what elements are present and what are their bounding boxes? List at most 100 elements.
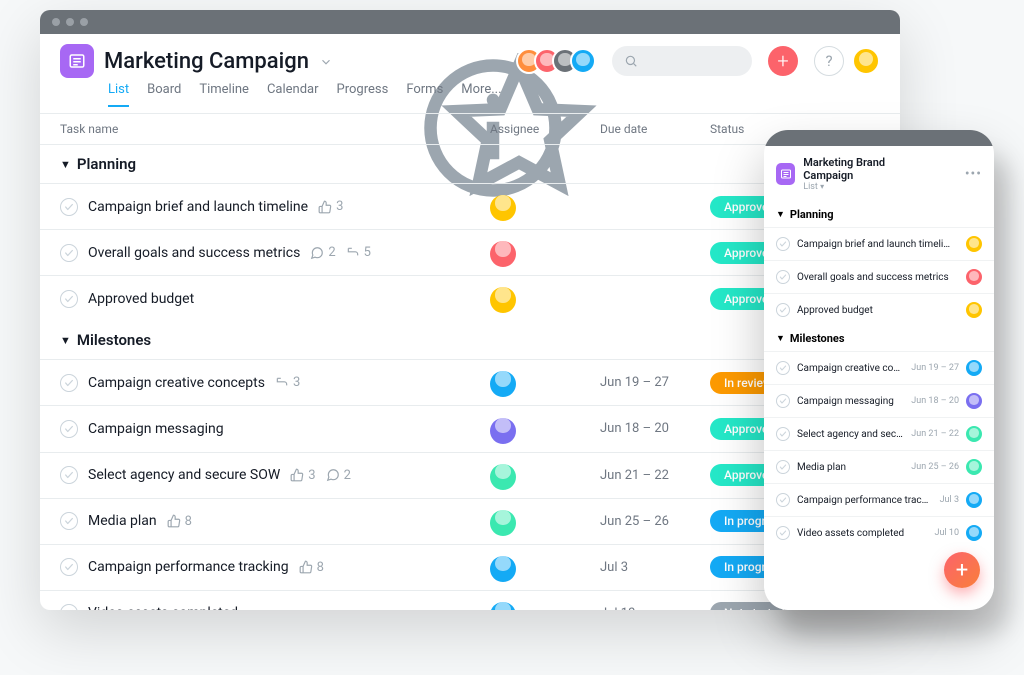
- due-date[interactable]: Jun 19 – 27: [600, 375, 710, 390]
- assignee-avatar[interactable]: [966, 525, 982, 541]
- mobile-task-row[interactable]: Overall goals and success metrics: [764, 260, 994, 293]
- due-date[interactable]: Jun 18 – 20: [600, 421, 710, 436]
- complete-check-icon[interactable]: [60, 604, 78, 610]
- me-avatar[interactable]: [852, 47, 880, 75]
- sliders-icon[interactable]: [937, 166, 953, 182]
- assignee-avatar[interactable]: [490, 195, 516, 221]
- mobile-add-button[interactable]: +: [944, 552, 980, 588]
- assignee-avatar[interactable]: [966, 236, 982, 252]
- project-title[interactable]: Marketing Campaign: [104, 49, 309, 74]
- complete-check-icon[interactable]: [60, 558, 78, 576]
- mobile-preview: Marketing Brand Campaign List ▾ ••• ▼ Pl…: [764, 130, 994, 610]
- task-name: Select agency and secure SOW: [88, 467, 280, 483]
- task-name: Campaign creative concepts: [88, 375, 265, 391]
- like-meta: 3: [318, 199, 343, 214]
- chevron-down-icon[interactable]: [319, 54, 333, 68]
- complete-check-icon[interactable]: [776, 526, 790, 540]
- due-date[interactable]: Jul 10: [600, 606, 710, 610]
- caret-down-icon: ▼: [776, 333, 785, 344]
- search-input[interactable]: [612, 46, 752, 76]
- due-date: Jun 21 – 22: [911, 429, 959, 439]
- mobile-section-header[interactable]: ▼ Planning: [764, 202, 994, 227]
- due-date[interactable]: Jun 25 – 26: [600, 514, 710, 529]
- complete-check-icon[interactable]: [60, 420, 78, 438]
- due-date[interactable]: Jul 3: [600, 560, 710, 575]
- complete-check-icon[interactable]: [60, 244, 78, 262]
- complete-check-icon[interactable]: [776, 237, 790, 251]
- assignee-avatar[interactable]: [490, 287, 516, 313]
- add-button[interactable]: +: [768, 46, 798, 76]
- assignee-avatar[interactable]: [490, 371, 516, 397]
- collaborator-avatar[interactable]: [570, 48, 596, 74]
- star-icon[interactable]: [369, 53, 385, 69]
- due-date: Jul 10: [935, 528, 959, 538]
- tab-board[interactable]: Board: [147, 82, 181, 107]
- complete-check-icon[interactable]: [60, 466, 78, 484]
- task-name: Campaign creative concepts: [797, 363, 904, 374]
- assignee-avatar[interactable]: [966, 302, 982, 318]
- phone-statusbar: [764, 130, 994, 146]
- chevron-down-icon[interactable]: ▾: [820, 182, 824, 191]
- assignee-avatar[interactable]: [966, 492, 982, 508]
- mobile-task-row[interactable]: Media plan Jun 25 – 26: [764, 450, 994, 483]
- mobile-header: Marketing Brand Campaign List ▾ •••: [764, 146, 994, 202]
- project-icon[interactable]: [776, 163, 795, 185]
- complete-check-icon[interactable]: [776, 427, 790, 441]
- mobile-view-label[interactable]: List: [803, 182, 818, 192]
- complete-check-icon[interactable]: [60, 290, 78, 308]
- complete-check-icon[interactable]: [60, 198, 78, 216]
- due-date[interactable]: Jun 21 – 22: [600, 468, 710, 483]
- complete-check-icon[interactable]: [776, 303, 790, 317]
- tab-list[interactable]: List: [108, 82, 129, 107]
- assignee-avatar[interactable]: [490, 602, 516, 610]
- mobile-task-row[interactable]: Video assets completed Jul 10: [764, 516, 994, 549]
- tab-timeline[interactable]: Timeline: [199, 82, 249, 107]
- mobile-task-row[interactable]: Approved budget: [764, 293, 994, 326]
- tab-forms[interactable]: Forms: [406, 82, 443, 107]
- mobile-task-row[interactable]: Campaign performance tracking Jul 3: [764, 483, 994, 516]
- task-name: Campaign performance tracking: [797, 495, 933, 506]
- assignee-avatar[interactable]: [966, 459, 982, 475]
- collaborator-avatars[interactable]: [516, 48, 596, 74]
- assignee-avatar[interactable]: [966, 360, 982, 376]
- help-button[interactable]: ?: [814, 46, 844, 76]
- complete-check-icon[interactable]: [776, 460, 790, 474]
- mobile-task-row[interactable]: Campaign messaging Jun 18 – 20: [764, 384, 994, 417]
- due-date: Jul 3: [940, 495, 959, 505]
- task-name: Campaign performance tracking: [88, 559, 289, 575]
- more-icon[interactable]: •••: [965, 166, 982, 182]
- mobile-task-row[interactable]: Campaign creative concepts Jun 19 – 27: [764, 351, 994, 384]
- section-name: Milestones: [77, 331, 151, 349]
- complete-check-icon[interactable]: [776, 361, 790, 375]
- task-name: Media plan: [88, 513, 157, 529]
- section-name: Planning: [77, 155, 136, 173]
- complete-check-icon[interactable]: [60, 374, 78, 392]
- mobile-title[interactable]: Marketing Brand Campaign: [803, 156, 921, 182]
- col-due: Due date: [600, 122, 710, 136]
- complete-check-icon[interactable]: [776, 394, 790, 408]
- assignee-avatar[interactable]: [966, 393, 982, 409]
- assignee-avatar[interactable]: [490, 418, 516, 444]
- tab-more[interactable]: More...: [461, 82, 501, 107]
- project-icon[interactable]: [60, 44, 94, 78]
- mobile-task-row[interactable]: Select agency and secure SOW Jun 21 – 22: [764, 417, 994, 450]
- complete-check-icon[interactable]: [776, 493, 790, 507]
- col-task: Task name: [60, 122, 490, 136]
- tab-progress[interactable]: Progress: [337, 82, 389, 107]
- complete-check-icon[interactable]: [776, 270, 790, 284]
- tab-calendar[interactable]: Calendar: [267, 82, 319, 107]
- caret-down-icon: ▼: [60, 158, 71, 171]
- task-name: Media plan: [797, 462, 904, 473]
- complete-check-icon[interactable]: [60, 512, 78, 530]
- assignee-avatar[interactable]: [490, 510, 516, 536]
- mobile-task-row[interactable]: Campaign brief and launch timeline: [764, 227, 994, 260]
- assignee-avatar[interactable]: [966, 269, 982, 285]
- task-name: Campaign messaging: [797, 396, 904, 407]
- mobile-section-header[interactable]: ▼ Milestones: [764, 326, 994, 351]
- task-name: Campaign messaging: [88, 421, 224, 437]
- assignee-avatar[interactable]: [966, 426, 982, 442]
- info-icon[interactable]: [343, 53, 359, 69]
- assignee-avatar[interactable]: [490, 241, 516, 267]
- assignee-avatar[interactable]: [490, 464, 516, 490]
- assignee-avatar[interactable]: [490, 556, 516, 582]
